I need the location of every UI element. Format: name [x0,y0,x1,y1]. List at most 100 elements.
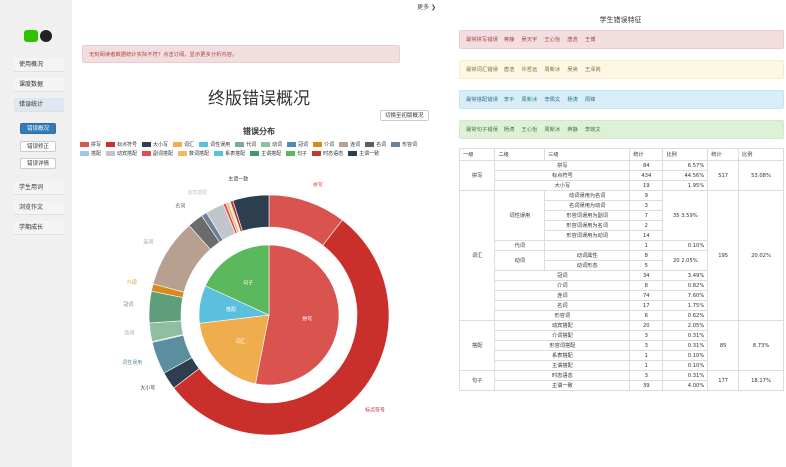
legend-item[interactable]: 系表搭配 [214,150,245,157]
table-cell: 8 [629,280,664,291]
table-cell: 5 [629,260,664,271]
student-name[interactable]: 李婉文 [585,127,601,133]
student-name[interactable]: 吴英 [567,67,578,73]
student-name[interactable]: 周新冰 [544,127,560,133]
sidebar-item-error-stats[interactable]: 错误统计 [14,98,64,112]
table-cell: 1 [629,350,664,361]
th-level3: 三级 [544,148,631,161]
table-cell: 6 [629,310,664,321]
legend-label: 动宾搭配 [117,151,138,157]
table-cell: 系表搭配 [494,350,631,361]
legend-item[interactable]: 大小写 [142,141,168,148]
legend-item[interactable]: 连词 [339,141,360,148]
table-cell: 0.82% [662,280,709,291]
legend-item[interactable]: 形容词 [391,141,417,148]
legend-item[interactable]: 数词搭配 [178,150,209,157]
legend-item[interactable]: 搭配 [80,150,101,157]
alert-banner[interactable]: 无刻阅读者数据统计实际不符？点击订阅，显示更多分析内容。 [82,45,400,63]
table-cell: 动宾搭配 [494,320,631,331]
legend-swatch [261,142,271,147]
table-cell: 词性误用 [494,190,546,241]
legend-item[interactable]: 词汇 [173,141,194,148]
legend-item[interactable]: 冠词 [287,141,308,148]
student-name[interactable]: 周新冰 [521,97,537,103]
student-name[interactable]: 李佩文 [544,97,560,103]
legend-item[interactable]: 标点符号 [106,141,137,148]
table-cell: 74 [629,290,664,301]
pie-label: 主谓一致 [228,176,248,183]
student-name[interactable]: 吴天宇 [521,37,537,43]
legend-item[interactable]: 主谓一致 [348,150,379,157]
legend-item[interactable]: 拼写 [80,141,101,148]
legend-swatch [235,142,245,147]
sidebar-item-browse-essays[interactable]: 浏览作文 [14,201,64,215]
table-cell: 177 [707,370,740,391]
legend-label: 数词搭配 [189,151,210,157]
student-name[interactable]: 许哲远 [521,67,537,73]
student-name[interactable]: 杨涛 [567,97,578,103]
legend-item[interactable]: 代词 [235,141,256,148]
table-cell: 搭配 [458,320,496,371]
table-cell: 85 [707,320,740,371]
table-cell: 句子 [458,370,496,391]
table-cell: 动词形态 [544,260,631,271]
legend-swatch [199,142,209,147]
table-cell: 动词属性 [544,250,631,261]
student-name[interactable]: 蒋静 [567,127,578,133]
subnav-error-correction[interactable]: 错误修正 [20,141,56,152]
table-cell: 53.08% [738,160,784,191]
subnav-error-detail[interactable]: 错误详情 [20,158,56,169]
pie-label: 大小写 [140,385,155,392]
sidebar-item-usage[interactable]: 使用概况 [14,58,64,72]
sidebar-item-course-data[interactable]: 课度数据 [14,78,64,92]
legend-item[interactable]: 介词 [313,141,334,148]
student-name[interactable]: 李平 [504,97,515,103]
student-name[interactable]: 王心怡 [544,37,560,43]
wechat-icon[interactable] [24,30,38,42]
legend-label: 冠词 [298,142,309,148]
legend-item[interactable]: 动宾搭配 [106,150,137,157]
feature-label: 最常搭配错误 [466,97,498,103]
legend-swatch [250,151,260,156]
more-link[interactable]: 更多 ❯ [417,2,436,11]
legend-item[interactable]: 句子 [286,150,307,157]
table-cell: 动词误用为名词 [544,190,631,201]
switch-button[interactable]: 切换至初版概况 [380,110,429,121]
pie-label: 连词 [143,239,153,246]
sidebar-item-term-growth[interactable]: 学期成长 [14,221,64,235]
legend-label: 代词 [246,142,257,148]
subnav-error-overview[interactable]: 错误概况 [20,123,56,134]
legend-item[interactable]: 时态语态 [312,150,343,157]
student-name[interactable]: 杨涛 [504,127,515,133]
table-cell: 形容词误用为名词 [544,220,631,231]
table-cell [544,240,631,251]
table-cell: 1 [629,240,664,251]
student-name[interactable]: 王博 [585,37,596,43]
pie-label: 标点符号 [365,406,385,413]
student-name[interactable]: 周锋 [585,97,596,103]
student-name[interactable]: 王泽岗 [585,67,601,73]
pie-label: 名词 [175,203,185,210]
student-name[interactable]: 蒋静 [504,37,515,43]
legend-label: 拼写 [91,142,102,148]
pie-label: 动宾搭配 [187,189,207,196]
right-panel: 学生错误特征 最常拼写错误 蒋静 吴天宇 王心怡 唐浩 王博 最常词汇错误 唐浩 许哲远 周新冰吴… [455,0,786,467]
main-panel: 更多 ❯ 无刻阅读者数据统计实际不符？点击订阅，显示更多分析内容。 终版错误概况… [74,0,444,467]
feature-group: 最常拼写错误 蒋静 吴天宇 王心怡 唐浩 王博 [459,30,784,49]
student-name[interactable]: 周新冰 [544,67,560,73]
right-title: 学生错误特征 [599,16,642,24]
legend-item[interactable]: 名词 [365,141,386,148]
legend-item[interactable]: 副词搭配 [142,150,173,157]
th-level1: 一级 [458,148,496,161]
sidebar-item-student-words[interactable]: 学生用词 [14,181,64,195]
legend-item[interactable]: 词性误用 [199,141,230,148]
feature-label: 最常词汇错误 [466,67,498,73]
student-name[interactable]: 唐浩 [504,67,515,73]
student-name[interactable]: 唐浩 [567,37,578,43]
student-name[interactable]: 王心怡 [521,127,537,133]
legend-item[interactable]: 动词 [261,141,282,148]
legend-item[interactable]: 主谓搭配 [250,150,281,157]
qq-icon[interactable] [40,30,52,42]
table-cell: 6.57% [662,160,709,171]
table-cell: 20 2.05% [662,250,709,271]
